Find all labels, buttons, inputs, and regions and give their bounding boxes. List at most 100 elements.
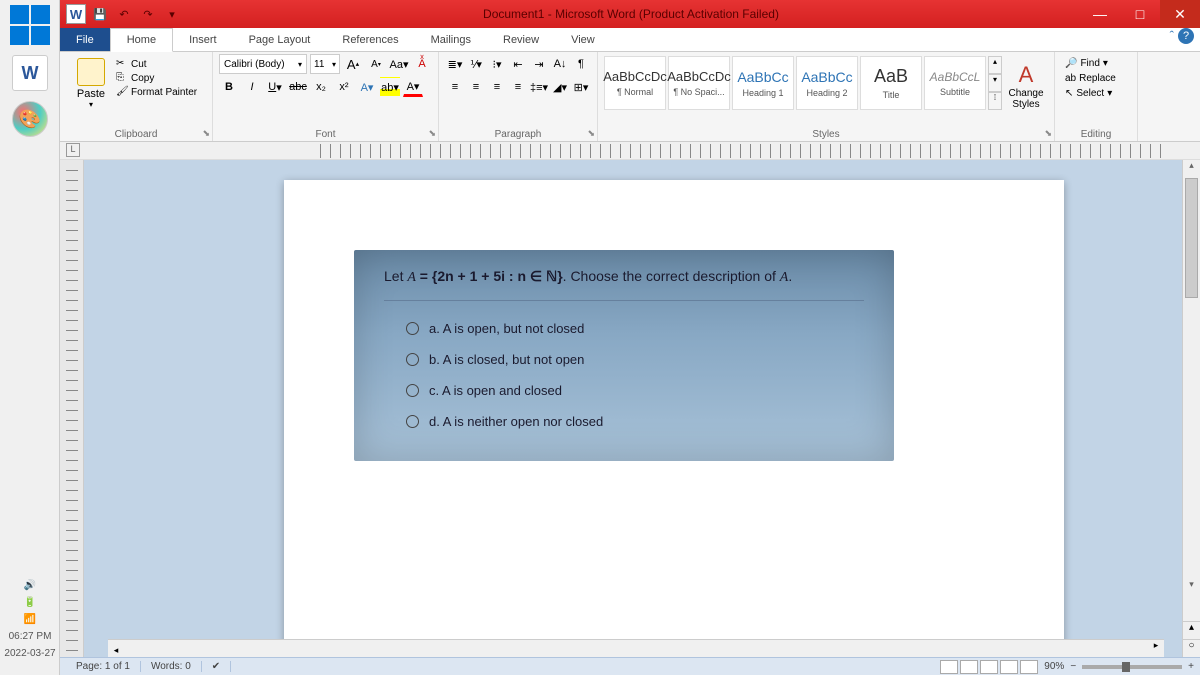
align-right-button[interactable]: ≡ (487, 77, 507, 97)
increase-indent-button[interactable]: ⇥ (529, 54, 549, 74)
tab-insert[interactable]: Insert (173, 28, 233, 51)
scroll-right-icon[interactable]: ▸ (1148, 640, 1164, 656)
draft-view[interactable] (1020, 660, 1038, 674)
find-button[interactable]: 🔎Find▾ (1065, 58, 1125, 69)
tab-mailings[interactable]: Mailings (415, 28, 487, 51)
decrease-indent-button[interactable]: ⇤ (508, 54, 528, 74)
paragraph-launcher-icon[interactable]: ⬊ (587, 128, 595, 139)
styles-down-icon[interactable]: ▾ (988, 74, 1002, 92)
strikethrough-button[interactable]: abc (288, 77, 308, 97)
clock-date[interactable]: 2022-03-27 (0, 648, 60, 659)
clipboard-launcher-icon[interactable]: ⬊ (202, 128, 210, 139)
style-normal[interactable]: AaBbCcDc¶ Normal (604, 56, 666, 110)
undo-icon[interactable]: ↶ (114, 4, 134, 24)
network-icon[interactable]: 📶 (0, 614, 60, 625)
style-no-spacing[interactable]: AaBbCcDc¶ No Spaci... (668, 56, 730, 110)
replace-button[interactable]: abReplace (1065, 73, 1125, 84)
prev-page-icon[interactable]: ▴ (1183, 621, 1200, 639)
tab-selector[interactable]: L (66, 143, 80, 157)
text-effects-button[interactable]: A▾ (357, 77, 377, 97)
outline-view[interactable] (1000, 660, 1018, 674)
word-count[interactable]: Words: 0 (141, 661, 202, 672)
shrink-font-button[interactable]: A▾ (366, 54, 386, 74)
qat-more-icon[interactable]: ▾ (162, 4, 182, 24)
zoom-in-button[interactable]: + (1188, 661, 1194, 672)
vertical-scrollbar[interactable]: ▴ ▾ ▴ ○ ▾ (1182, 160, 1200, 675)
scroll-down-icon[interactable]: ▾ (1183, 579, 1200, 595)
styles-up-icon[interactable]: ▴ (988, 56, 1002, 74)
tab-home[interactable]: Home (110, 28, 173, 52)
document-canvas[interactable]: Let A = {2n + 1 + 5i : n ∈ ℕ}. Choose th… (84, 160, 1182, 675)
proofing-icon[interactable]: ✔ (202, 661, 231, 672)
scroll-up-icon[interactable]: ▴ (1183, 160, 1200, 176)
print-layout-view[interactable] (940, 660, 958, 674)
windows-logo-icon[interactable] (10, 5, 50, 45)
styles-more-icon[interactable]: ⁞ (988, 92, 1002, 110)
help-icon[interactable]: ? (1178, 28, 1194, 44)
font-size-select[interactable]: 11▾ (310, 54, 340, 74)
horizontal-ruler[interactable]: L (60, 142, 1200, 160)
styles-launcher-icon[interactable]: ⬊ (1044, 128, 1052, 139)
word-taskbar-icon[interactable]: W (12, 55, 48, 91)
line-spacing-button[interactable]: ‡≡▾ (529, 77, 549, 97)
app-icon[interactable]: W (66, 4, 86, 24)
show-marks-button[interactable]: ¶ (571, 54, 591, 74)
save-icon[interactable]: 💾 (90, 4, 110, 24)
style-title[interactable]: AaBTitle (860, 56, 922, 110)
sound-icon[interactable]: 🔊 (0, 580, 60, 591)
bold-button[interactable]: B (219, 77, 239, 97)
italic-button[interactable]: I (242, 77, 262, 97)
horizontal-scrollbar[interactable]: ◂ ▸ (108, 639, 1164, 657)
tab-view[interactable]: View (555, 28, 611, 51)
zoom-level[interactable]: 90% (1044, 661, 1064, 672)
tab-review[interactable]: Review (487, 28, 555, 51)
style-heading2[interactable]: AaBbCcHeading 2 (796, 56, 858, 110)
font-launcher-icon[interactable]: ⬊ (428, 128, 436, 139)
embedded-image[interactable]: Let A = {2n + 1 + 5i : n ∈ ℕ}. Choose th… (354, 250, 894, 461)
shading-button[interactable]: ◢▾ (550, 77, 570, 97)
align-left-button[interactable]: ≡ (445, 77, 465, 97)
redo-icon[interactable]: ↷ (138, 4, 158, 24)
style-subtitle[interactable]: AaBbCcLSubtitle (924, 56, 986, 110)
grow-font-button[interactable]: A▴ (343, 54, 363, 74)
zoom-out-button[interactable]: − (1070, 661, 1076, 672)
tab-file[interactable]: File (60, 28, 110, 51)
ribbon-minimize-icon[interactable]: ˆ (1170, 28, 1174, 51)
subscript-button[interactable]: x₂ (311, 77, 331, 97)
cut-button[interactable]: ✂Cut (116, 58, 206, 70)
style-heading1[interactable]: AaBbCcHeading 1 (732, 56, 794, 110)
paste-button[interactable]: Paste ▾ (66, 54, 116, 109)
scroll-thumb[interactable] (1185, 178, 1198, 298)
justify-button[interactable]: ≡ (508, 77, 528, 97)
change-case-button[interactable]: Aa▾ (389, 54, 409, 74)
multilevel-button[interactable]: ⁝▾ (487, 54, 507, 74)
font-name-select[interactable]: Calibri (Body)▾ (219, 54, 307, 74)
tab-page-layout[interactable]: Page Layout (233, 28, 327, 51)
tab-references[interactable]: References (326, 28, 414, 51)
close-button[interactable]: ✕ (1160, 0, 1200, 28)
numbering-button[interactable]: ⅟▾ (466, 54, 486, 74)
sort-button[interactable]: A↓ (550, 54, 570, 74)
web-layout-view[interactable] (980, 660, 998, 674)
align-center-button[interactable]: ≡ (466, 77, 486, 97)
paint-taskbar-icon[interactable]: 🎨 (12, 101, 48, 137)
browse-object-icon[interactable]: ○ (1183, 639, 1200, 657)
font-color-button[interactable]: A▾ (403, 77, 423, 97)
minimize-button[interactable]: — (1080, 0, 1120, 28)
bullets-button[interactable]: ≣▾ (445, 54, 465, 74)
borders-button[interactable]: ⊞▾ (571, 77, 591, 97)
underline-button[interactable]: U▾ (265, 77, 285, 97)
battery-icon[interactable]: 🔋 (0, 597, 60, 608)
page-indicator[interactable]: Page: 1 of 1 (66, 661, 141, 672)
full-screen-view[interactable] (960, 660, 978, 674)
select-button[interactable]: ↖Select▾ (1065, 88, 1125, 99)
clear-formatting-button[interactable]: Aͯ (412, 54, 432, 74)
zoom-slider[interactable] (1082, 665, 1182, 669)
maximize-button[interactable]: □ (1120, 0, 1160, 28)
clock-time[interactable]: 06:27 PM (0, 631, 60, 642)
highlight-button[interactable]: ab▾ (380, 77, 400, 97)
change-styles-button[interactable]: A Change Styles (1004, 56, 1048, 110)
format-painter-button[interactable]: 🖌Format Painter (116, 86, 206, 98)
vertical-ruler[interactable] (60, 160, 84, 675)
superscript-button[interactable]: x² (334, 77, 354, 97)
